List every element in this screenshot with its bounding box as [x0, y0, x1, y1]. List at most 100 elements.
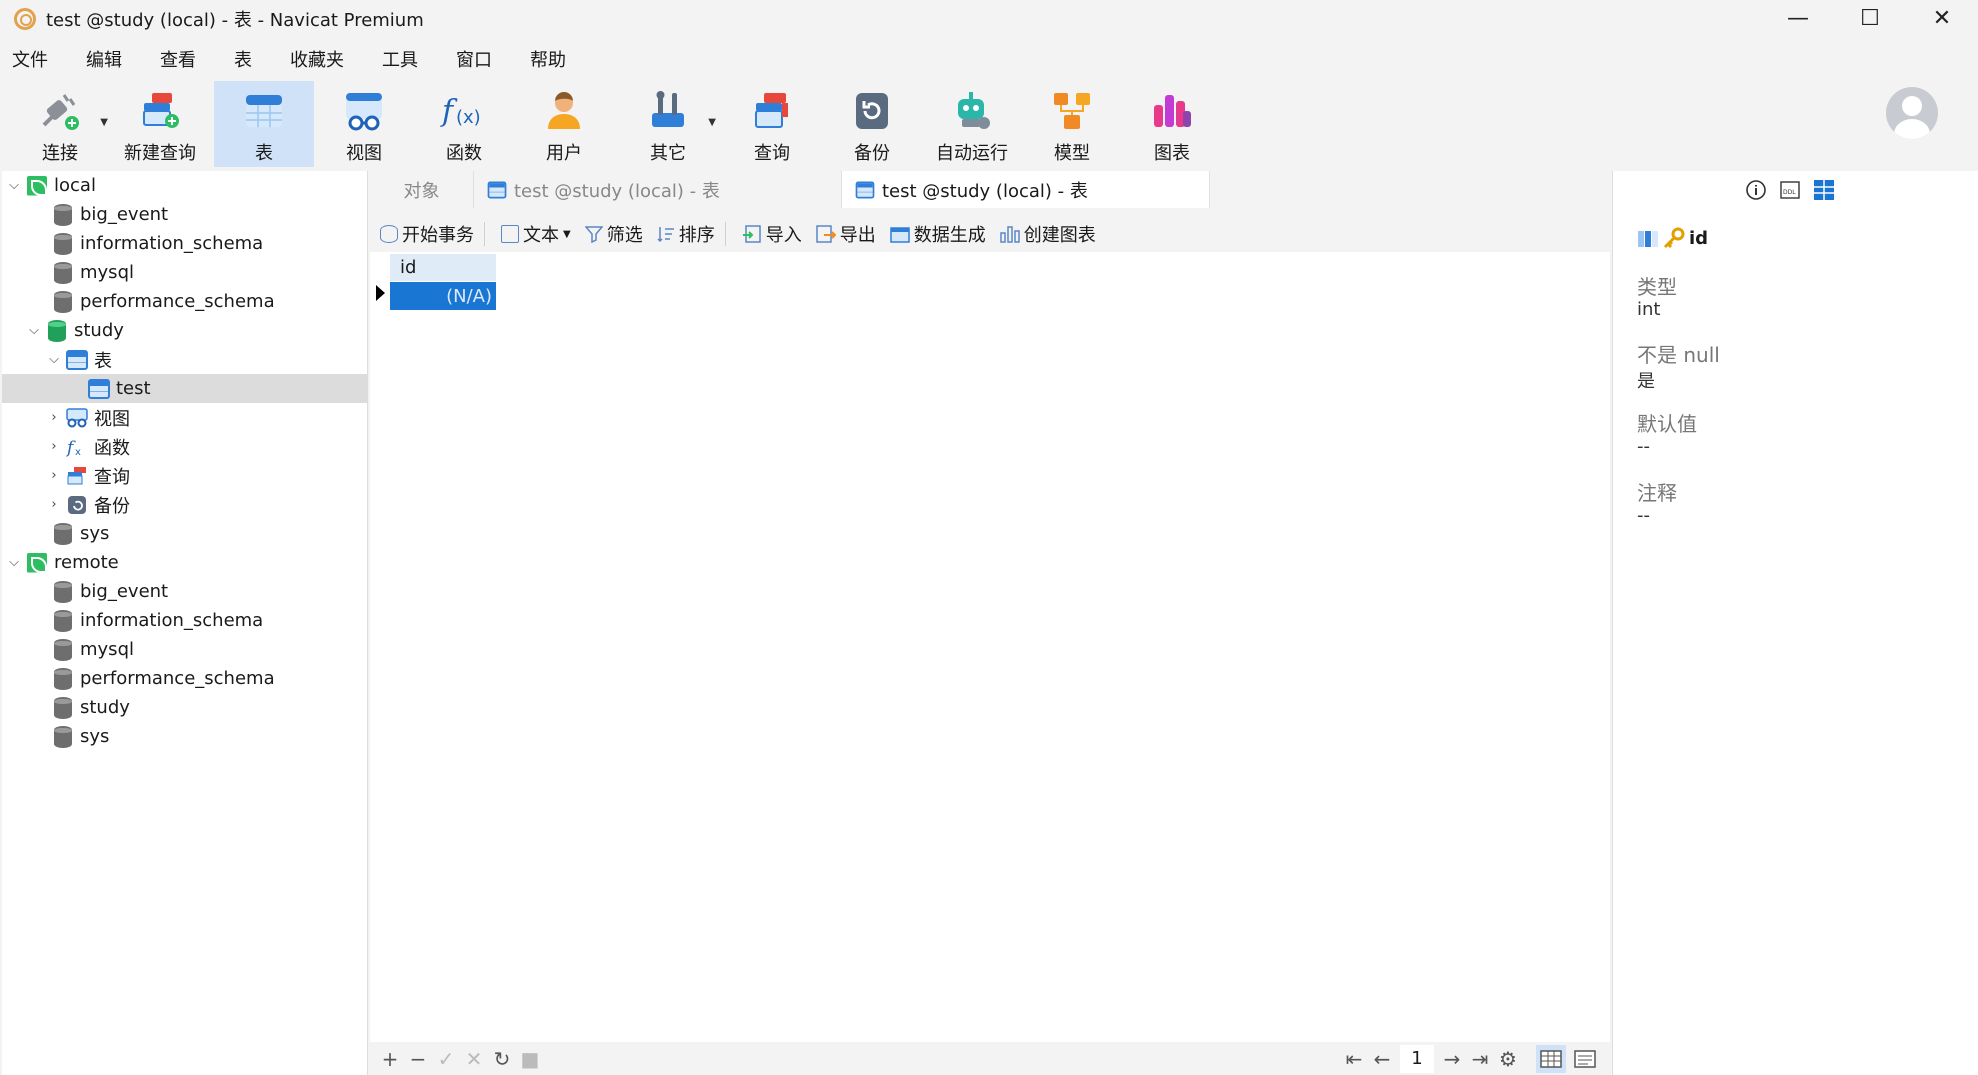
type-label: 类型: [1637, 275, 1677, 299]
settings-gear-icon[interactable]: ⚙: [1494, 1047, 1522, 1071]
filter-button[interactable]: 筛选: [584, 221, 643, 247]
prev-page-button[interactable]: ←: [1368, 1047, 1396, 1071]
tree-label: mysql: [80, 639, 134, 660]
database-icon: [52, 609, 74, 632]
menu-file[interactable]: 文件: [12, 46, 48, 72]
tree-folder-queries[interactable]: › 查询: [2, 461, 367, 490]
data-generation-button[interactable]: 数据生成: [889, 221, 986, 247]
collapse-chevron-icon[interactable]: ⌵: [26, 323, 42, 338]
close-button[interactable]: ✕: [1906, 0, 1978, 37]
model-tool-button[interactable]: 模型: [1022, 81, 1122, 167]
last-page-button[interactable]: ⇥: [1466, 1047, 1494, 1071]
text-button[interactable]: 文本 ▼: [501, 221, 571, 247]
tree-label: local: [54, 175, 96, 196]
tree-label: big_event: [80, 204, 169, 225]
apply-changes-button[interactable]: ✓: [432, 1047, 460, 1071]
tab-objects[interactable]: 对象: [370, 171, 474, 208]
chart-tool-button[interactable]: 图表: [1122, 81, 1222, 167]
tree-db-item[interactable]: information_schema: [2, 229, 367, 258]
tree-db-item[interactable]: mysql: [2, 258, 367, 287]
tree-db-item[interactable]: information_schema: [2, 606, 367, 635]
menu-favorites[interactable]: 收藏夹: [290, 46, 344, 72]
tree-connection-local[interactable]: ⌵ local: [2, 171, 367, 200]
import-button[interactable]: 导入: [742, 221, 802, 247]
tree-label: 查询: [94, 466, 130, 488]
svg-text:(x): (x): [456, 107, 481, 128]
expand-chevron-icon[interactable]: ›: [46, 497, 62, 512]
add-record-button[interactable]: +: [376, 1047, 404, 1071]
grid-cell[interactable]: (N/A): [390, 282, 496, 310]
tree-db-item[interactable]: sys: [2, 722, 367, 751]
discard-changes-button[interactable]: ✕: [460, 1047, 488, 1071]
create-chart-button[interactable]: 创建图表: [999, 221, 1096, 247]
menu-window[interactable]: 窗口: [456, 46, 492, 72]
main-toolbar: 连接 ▼ 新建查询 表 视图 f (x) 函数 用户 其它 ▼ 查询 备份 自动…: [0, 81, 1978, 169]
begin-transaction-button[interactable]: 开始事务: [380, 221, 474, 247]
table-tool-label: 表: [255, 143, 273, 164]
tree-folder-views[interactable]: › 视图: [2, 403, 367, 432]
grid-view-toggle[interactable]: [1536, 1044, 1566, 1073]
ddl-icon[interactable]: DDL: [1779, 179, 1801, 201]
collapse-chevron-icon[interactable]: ⌵: [6, 555, 22, 570]
view-tool-button[interactable]: 视图: [314, 81, 414, 167]
toolbar-divider: [484, 222, 485, 246]
query-tool-button[interactable]: 查询: [722, 81, 822, 167]
tree-db-item[interactable]: performance_schema: [2, 287, 367, 316]
next-page-button[interactable]: →: [1438, 1047, 1466, 1071]
first-page-button[interactable]: ⇤: [1340, 1047, 1368, 1071]
user-icon: [540, 87, 588, 135]
new-query-button[interactable]: 新建查询: [110, 81, 210, 167]
editor-tabs: 对象 test @study (local) - 表 test @study (…: [370, 171, 1610, 208]
tree-db-item[interactable]: big_event: [2, 577, 367, 606]
connect-dropdown-icon[interactable]: ▼: [100, 117, 108, 128]
data-grid[interactable]: id (N/A): [370, 252, 1610, 1042]
column-header-id[interactable]: id: [390, 254, 496, 281]
connect-button[interactable]: 连接 ▼: [10, 81, 110, 167]
tree-db-item[interactable]: big_event: [2, 200, 367, 229]
minimize-button[interactable]: —: [1762, 0, 1834, 37]
menu-table[interactable]: 表: [234, 46, 252, 72]
tree-connection-remote[interactable]: ⌵ remote: [2, 548, 367, 577]
tab-label: test @study (local) - 表: [882, 180, 1088, 202]
sort-button[interactable]: 排序: [657, 221, 715, 247]
menu-view[interactable]: 查看: [160, 46, 196, 72]
automation-tool-button[interactable]: 自动运行: [922, 81, 1022, 167]
tree-db-study[interactable]: ⌵ study: [2, 316, 367, 345]
info-icon[interactable]: [1745, 179, 1767, 201]
new-query-icon: [136, 87, 184, 135]
tree-db-item[interactable]: performance_schema: [2, 664, 367, 693]
page-number-input[interactable]: 1: [1400, 1044, 1434, 1073]
expand-chevron-icon[interactable]: ›: [46, 410, 62, 425]
other-tool-button[interactable]: 其它 ▼: [618, 81, 718, 167]
backup-tool-button[interactable]: 备份: [822, 81, 922, 167]
button-label: 数据生成: [913, 225, 986, 246]
tree-db-item[interactable]: study: [2, 693, 367, 722]
refresh-button[interactable]: ↻: [488, 1047, 516, 1071]
tree-folder-functions[interactable]: › fx 函数: [2, 432, 367, 461]
layout-icon[interactable]: [1813, 179, 1835, 201]
menu-help[interactable]: 帮助: [530, 46, 566, 72]
collapse-chevron-icon[interactable]: ⌵: [6, 178, 22, 193]
expand-chevron-icon[interactable]: ›: [46, 439, 62, 454]
stop-button[interactable]: ■: [516, 1047, 544, 1071]
tab-table-inactive[interactable]: test @study (local) - 表: [474, 171, 842, 208]
tree-db-item[interactable]: mysql: [2, 635, 367, 664]
user-tool-button[interactable]: 用户: [514, 81, 614, 167]
collapse-chevron-icon[interactable]: ⌵: [46, 352, 62, 367]
maximize-button[interactable]: ☐: [1834, 0, 1906, 37]
tree-folder-backups[interactable]: › 备份: [2, 490, 367, 519]
delete-record-button[interactable]: −: [404, 1047, 432, 1071]
export-button[interactable]: 导出: [815, 221, 876, 247]
menu-tools[interactable]: 工具: [382, 46, 418, 72]
expand-chevron-icon[interactable]: ›: [46, 468, 62, 483]
account-avatar[interactable]: [1886, 87, 1938, 139]
form-view-toggle[interactable]: [1570, 1045, 1600, 1073]
tree-table-test[interactable]: test: [2, 374, 367, 403]
table-tool-button[interactable]: 表: [214, 81, 314, 167]
other-dropdown-icon[interactable]: ▼: [708, 117, 716, 128]
menu-edit[interactable]: 编辑: [86, 46, 122, 72]
tab-table-active[interactable]: test @study (local) - 表: [842, 171, 1210, 208]
tree-folder-tables[interactable]: ⌵ 表: [2, 345, 367, 374]
tree-db-item[interactable]: sys: [2, 519, 367, 548]
function-tool-button[interactable]: f (x) 函数: [414, 81, 514, 167]
